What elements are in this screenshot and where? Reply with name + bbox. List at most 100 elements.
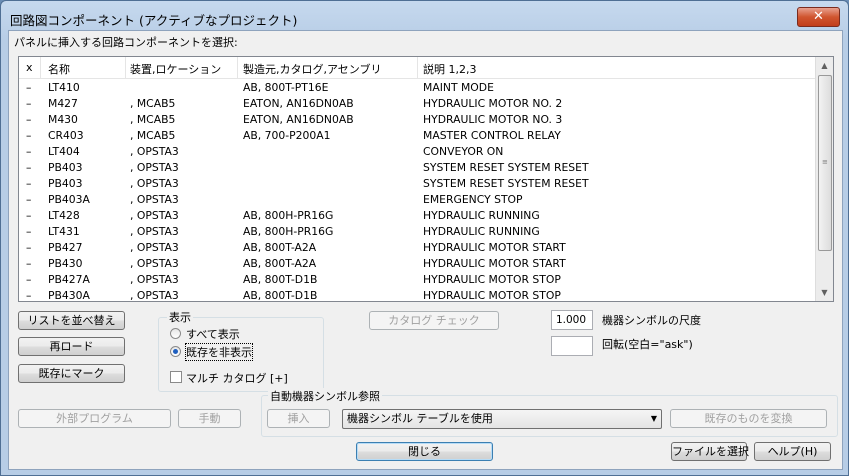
symbol-scale-label: 機器シンボルの尺度	[602, 314, 701, 327]
row-name: PB430A	[48, 289, 90, 302]
title-bar: 回路図コンポーネント (アクティブなプロジェクト) ✕	[1, 1, 848, 31]
table-row[interactable]: – M427 , MCAB5 EATON, AN16DN0AB HYDRAULIC MO…	[19, 96, 816, 112]
table-row[interactable]: – PB403A , OPSTA3 EMERGENCY STOP	[19, 192, 816, 208]
convert-existing-button[interactable]: 既存のものを変換	[670, 409, 827, 428]
row-marker: –	[26, 257, 32, 270]
row-name: PB427	[48, 241, 83, 254]
column-header-location[interactable]: 装置,ロケーション	[130, 61, 221, 77]
display-group-label: 表示	[167, 309, 193, 325]
row-location: , MCAB5	[130, 113, 176, 126]
row-marker: –	[26, 289, 32, 302]
row-description: HYDRAULIC MOTOR STOP	[423, 273, 561, 286]
table-row[interactable]: – LT410 AB, 800T-PT16E MAINT MODE	[19, 80, 816, 96]
row-name: M427	[48, 97, 78, 110]
row-catalog: AB, 800T-PT16E	[243, 81, 329, 94]
scroll-up-icon[interactable]: ▲	[816, 57, 833, 74]
row-description: HYDRAULIC MOTOR START	[423, 257, 566, 270]
row-name: PB403	[48, 161, 83, 174]
row-name: LT428	[48, 209, 80, 222]
row-marker: –	[26, 193, 32, 206]
scroll-down-icon[interactable]: ▼	[816, 284, 833, 301]
row-location: , OPSTA3	[130, 273, 179, 286]
table-row[interactable]: – LT404 , OPSTA3 CONVEYOR ON	[19, 144, 816, 160]
table-row[interactable]: – PB403 , OPSTA3 SYSTEM RESET SYSTEM RESET	[19, 176, 816, 192]
row-name: PB403A	[48, 193, 90, 206]
manual-button[interactable]: 手動	[178, 409, 241, 428]
column-header-name[interactable]: 名称	[48, 61, 70, 77]
rotation-label: 回転(空白="ask")	[602, 338, 693, 351]
row-description: HYDRAULIC MOTOR NO. 3	[423, 113, 563, 126]
row-description: MASTER CONTROL RELAY	[423, 129, 561, 142]
row-description: CONVEYOR ON	[423, 145, 504, 158]
symbol-scale-input[interactable]: 1.000	[551, 310, 593, 330]
scroll-thumb[interactable]: ≡	[818, 75, 832, 251]
column-header-x[interactable]: x	[26, 61, 33, 74]
row-location: , MCAB5	[130, 129, 176, 142]
multi-catalog-checkbox[interactable]	[170, 371, 182, 383]
reload-button[interactable]: 再ロード	[18, 337, 125, 356]
row-catalog: AB, 800T-A2A	[243, 257, 317, 270]
row-name: PB430	[48, 257, 83, 270]
row-name: PB403	[48, 177, 83, 190]
row-name: PB427A	[48, 273, 90, 286]
row-catalog: AB, 800H-PR16G	[243, 225, 334, 238]
row-location: , OPSTA3	[130, 177, 179, 190]
close-window-button[interactable]: ✕	[797, 7, 840, 27]
table-row[interactable]: – PB403 , OPSTA3 SYSTEM RESET SYSTEM RESET	[19, 160, 816, 176]
row-marker: –	[26, 145, 32, 158]
select-file-button[interactable]: ファイルを選択	[671, 442, 749, 461]
row-marker: –	[26, 81, 32, 94]
table-row[interactable]: – PB430 , OPSTA3 AB, 800T-A2A HYDRAULIC MOTO…	[19, 256, 816, 272]
show-all-label[interactable]: すべて表示	[186, 326, 240, 342]
table-row[interactable]: – LT431 , OPSTA3 AB, 800H-PR16G HYDRAULIC RU…	[19, 224, 816, 240]
auto-reference-label: 自動機器シンボル参照	[268, 388, 382, 404]
dialog-body: パネルに挿入する回路コンポーネントを選択: x 名称 装置,ロケーション 製造元…	[8, 30, 843, 470]
hide-existing-radio[interactable]	[170, 346, 181, 357]
row-description: SYSTEM RESET SYSTEM RESET	[423, 161, 589, 174]
table-row[interactable]: – PB427A , OPSTA3 AB, 800T-D1B HYDRAULIC MOT…	[19, 272, 816, 288]
table-row[interactable]: – PB427 , OPSTA3 AB, 800T-A2A HYDRAULIC MOTO…	[19, 240, 816, 256]
list-header: x 名称 装置,ロケーション 製造元,カタログ,アセンブリ 説明 1,2,3	[19, 57, 816, 79]
multi-catalog-label[interactable]: マルチ カタログ [+]	[186, 370, 288, 386]
table-row[interactable]: – M430 , MCAB5 EATON, AN16DN0AB HYDRAULIC MO…	[19, 112, 816, 128]
instruction-label: パネルに挿入する回路コンポーネントを選択:	[14, 36, 238, 49]
symbol-source-combo[interactable]: 機器シンボル テーブルを使用 ▼	[342, 409, 662, 429]
row-marker: –	[26, 177, 32, 190]
hide-existing-label[interactable]: 既存を非表示	[185, 343, 253, 361]
close-button[interactable]: 閉じる	[356, 442, 493, 461]
help-button[interactable]: ヘルプ(H)	[754, 442, 831, 461]
row-name: M430	[48, 113, 78, 126]
rotation-input[interactable]	[551, 336, 593, 356]
row-marker: –	[26, 273, 32, 286]
row-marker: –	[26, 161, 32, 174]
row-location: , OPSTA3	[130, 145, 179, 158]
mark-existing-button[interactable]: 既存にマーク	[18, 364, 125, 383]
table-row[interactable]: – CR403 , MCAB5 AB, 700-P200A1 MASTER CONTRO…	[19, 128, 816, 144]
catalog-check-button[interactable]: カタログ チェック	[369, 311, 499, 330]
column-header-catalog[interactable]: 製造元,カタログ,アセンブリ	[243, 61, 381, 77]
row-location: , OPSTA3	[130, 225, 179, 238]
column-header-description[interactable]: 説明 1,2,3	[423, 61, 477, 77]
row-location: , OPSTA3	[130, 161, 179, 174]
row-catalog: EATON, AN16DN0AB	[243, 113, 354, 126]
list-vertical-scrollbar[interactable]: ▲ ≡ ▼	[815, 57, 833, 301]
row-description: MAINT MODE	[423, 81, 494, 94]
row-marker: –	[26, 225, 32, 238]
show-all-radio[interactable]	[170, 328, 181, 339]
table-row[interactable]: – PB430A , OPSTA3 AB, 800T-D1B HYDRAULIC MOT…	[19, 288, 816, 302]
row-name: LT431	[48, 225, 80, 238]
component-list[interactable]: x 名称 装置,ロケーション 製造元,カタログ,アセンブリ 説明 1,2,3 –…	[18, 56, 834, 302]
table-row[interactable]: – LT428 , OPSTA3 AB, 800H-PR16G HYDRAULIC RU…	[19, 208, 816, 224]
row-catalog: AB, 800T-A2A	[243, 241, 317, 254]
row-description: HYDRAULIC RUNNING	[423, 209, 540, 222]
row-description: SYSTEM RESET SYSTEM RESET	[423, 177, 589, 190]
external-program-button[interactable]: 外部プログラム	[18, 409, 171, 428]
row-description: HYDRAULIC RUNNING	[423, 225, 540, 238]
row-description: HYDRAULIC MOTOR START	[423, 241, 566, 254]
chevron-down-icon[interactable]: ▼	[651, 410, 657, 428]
row-catalog: AB, 800T-D1B	[243, 289, 318, 302]
insert-button[interactable]: 挿入	[267, 409, 330, 428]
row-description: HYDRAULIC MOTOR NO. 2	[423, 97, 563, 110]
row-location: , OPSTA3	[130, 209, 179, 222]
sort-list-button[interactable]: リストを並べ替え	[18, 311, 125, 330]
